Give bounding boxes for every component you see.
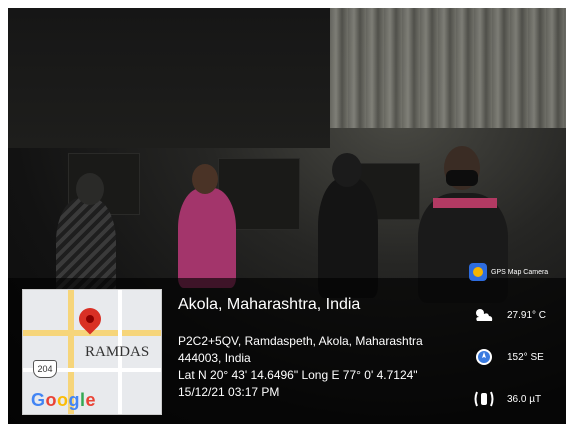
face-mask xyxy=(446,170,478,186)
google-logo-letter: g xyxy=(68,390,81,410)
direction-metric: 152° SE xyxy=(473,348,544,366)
route-shield: 204 xyxy=(33,360,57,378)
google-logo-letter: o xyxy=(57,390,69,410)
camera-brand-label: GPS Map Camera xyxy=(491,268,549,276)
person-head xyxy=(76,173,104,205)
temperature-value: 27.91° C xyxy=(507,309,547,321)
map-place-label: RAMDAS xyxy=(85,344,150,360)
person-head xyxy=(332,153,362,187)
camera-brand: GPS Map Camera xyxy=(469,263,548,281)
datetime: 15/12/21 03:17 PM xyxy=(178,385,280,399)
google-logo-letter: G xyxy=(31,390,46,410)
map-thumbnail: RAMDAS 204 Google xyxy=(22,289,162,415)
photo-frame: GPS Map Camera RAMDAS 204 Google Akola, … xyxy=(0,0,574,432)
magnet-field-icon xyxy=(473,390,495,408)
gps-map-camera-icon xyxy=(469,263,487,281)
location-title: Akola, Maharashtra, India xyxy=(178,296,361,313)
address-line-1: P2C2+5QV, Ramdaspeth, Akola, Maharashtra xyxy=(178,334,423,348)
magnetic-value: 36.0 µT xyxy=(507,393,542,405)
temperature-metric: 27.91° C xyxy=(473,306,546,324)
google-logo-letter: o xyxy=(45,390,58,410)
google-logo-letter: e xyxy=(85,390,97,410)
dark-wall xyxy=(8,8,330,148)
map-pin-dot xyxy=(86,315,94,323)
window-curtains xyxy=(330,8,566,128)
google-logo: Google xyxy=(31,390,96,411)
pink-scarf xyxy=(433,198,497,208)
person-head xyxy=(192,164,218,194)
compass-icon xyxy=(473,348,495,366)
address-line-2: 444003, India xyxy=(178,351,251,365)
cloud-sun-icon xyxy=(473,306,495,324)
person-pink xyxy=(178,188,236,288)
magnetic-metric: 36.0 µT xyxy=(473,390,541,408)
coordinates: Lat N 20° 43' 14.6496" Long E 77° 0' 4.7… xyxy=(178,368,418,382)
direction-value: 152° SE xyxy=(507,351,544,363)
